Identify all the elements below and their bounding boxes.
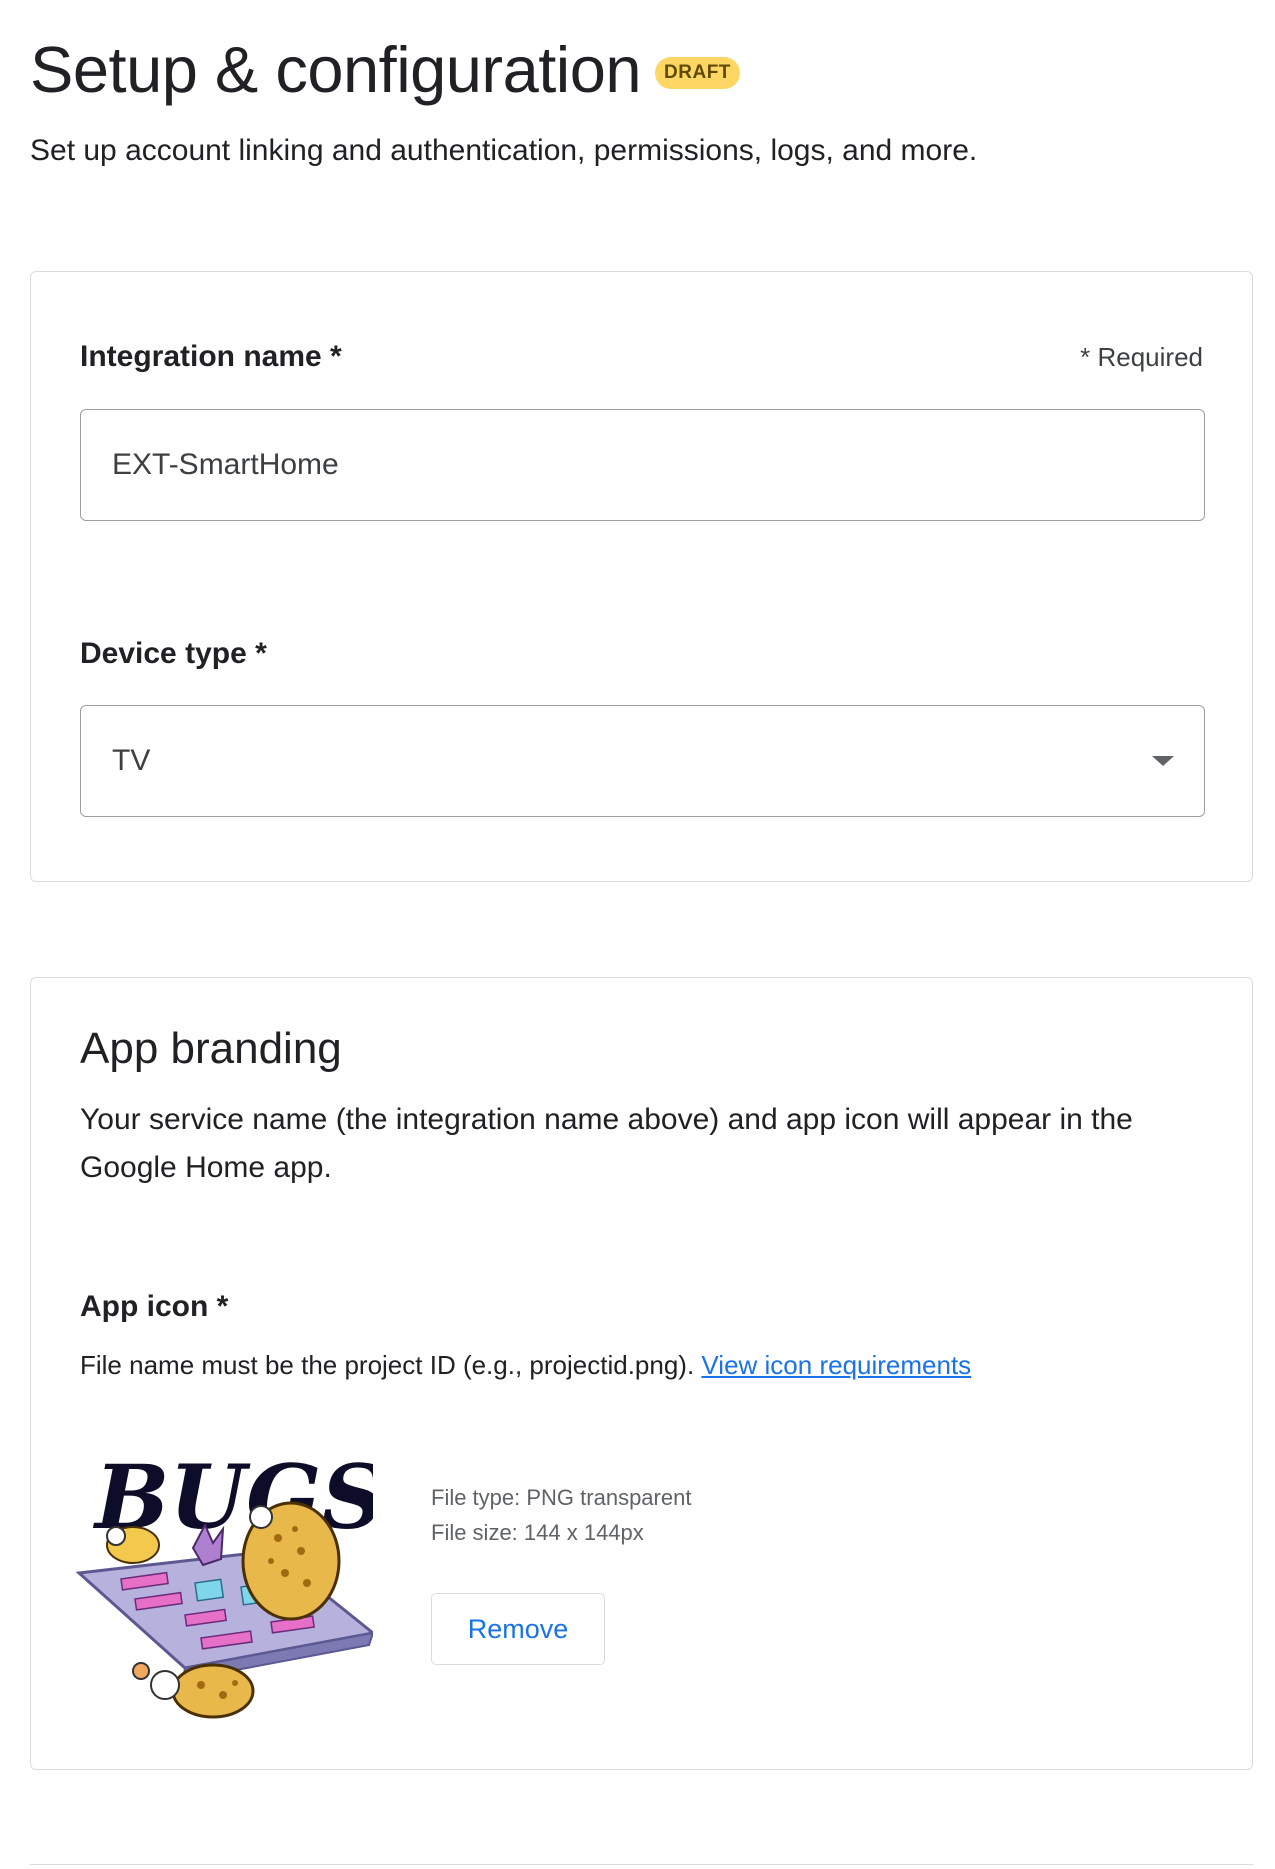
app-icon-image: BUGS xyxy=(73,1433,385,1733)
required-note: * Required xyxy=(1080,342,1203,372)
basic-info-card: Integration name * * Required EXT-SmartH… xyxy=(30,271,1253,882)
file-info: File type: PNG transparent File size: 14… xyxy=(431,1480,691,1550)
device-type-label-row: Device type * xyxy=(80,637,1203,671)
title-row: Setup & configuration DRAFT xyxy=(30,30,1245,110)
integration-name-label: Integration name * xyxy=(80,340,342,373)
dropdown-arrow-icon xyxy=(1152,756,1174,766)
device-type-label: Device type * xyxy=(80,637,267,670)
app-branding-title: App branding xyxy=(80,1024,342,1073)
bottom-card-edge xyxy=(30,1864,1253,1865)
integration-name-label-row: Integration name * * Required xyxy=(80,340,1203,374)
integration-name-value: EXT-SmartHome xyxy=(112,448,339,481)
setup-configuration-page: Setup & configuration DRAFT Set up accou… xyxy=(0,0,1275,1869)
page-subtitle: Set up account linking and authenticatio… xyxy=(30,134,978,167)
page-title: Setup & configuration xyxy=(30,33,642,106)
app-icon-help-text: File name must be the project ID (e.g., … xyxy=(80,1350,695,1380)
device-type-select[interactable]: TV xyxy=(80,705,1205,817)
integration-name-input[interactable]: EXT-SmartHome xyxy=(80,409,1205,521)
device-type-value: TV xyxy=(112,744,151,777)
file-type-text: File type: PNG transparent xyxy=(431,1485,692,1510)
app-icon-label: App icon * xyxy=(80,1290,229,1323)
file-size-text: File size: 144 x 144px xyxy=(431,1520,644,1545)
view-icon-requirements-link[interactable]: View icon requirements xyxy=(701,1350,971,1380)
draft-badge: DRAFT xyxy=(655,57,740,89)
app-branding-description: Your service name (the integration name … xyxy=(80,1103,1133,1184)
bugs-logo-icon: BUGS xyxy=(75,1445,385,1719)
app-icon-help: File name must be the project ID (e.g., … xyxy=(80,1350,971,1381)
app-branding-card: App branding Your service name (the inte… xyxy=(30,977,1253,1770)
remove-icon-button[interactable]: Remove xyxy=(431,1593,605,1665)
page-header: Setup & configuration DRAFT Set up accou… xyxy=(30,30,1245,168)
